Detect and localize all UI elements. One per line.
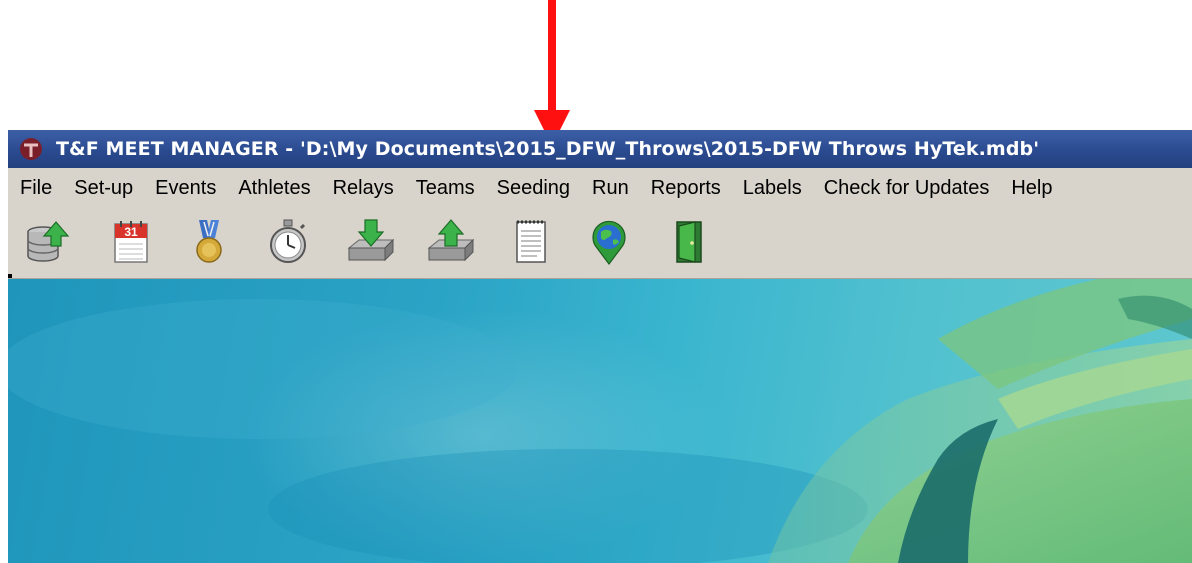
menu-help[interactable]: Help (1000, 177, 1063, 200)
menu-check-for-updates[interactable]: Check for Updates (813, 177, 1001, 200)
export-tray-icon (427, 219, 475, 262)
menu-athletes[interactable]: Athletes (227, 177, 321, 200)
title-bar[interactable]: T&F MEET MANAGER - 'D:\My Documents\2015… (8, 130, 1192, 168)
menu-teams[interactable]: Teams (405, 177, 486, 200)
splash-background (8, 279, 1192, 563)
import-button[interactable] (346, 217, 396, 267)
calendar-icon: 31 (114, 221, 148, 263)
menu-events[interactable]: Events (144, 177, 227, 200)
database-upload-icon (27, 221, 70, 262)
events-medal-button[interactable] (184, 217, 234, 267)
calendar-button[interactable]: 31 (106, 217, 156, 267)
reports-notepad-button[interactable] (506, 217, 556, 267)
exit-door-button[interactable] (664, 217, 714, 267)
svg-text:31: 31 (124, 225, 138, 239)
medal-icon (196, 220, 222, 263)
annotation-arrow (534, 0, 570, 146)
corner-marker (8, 274, 12, 278)
stopwatch-icon (270, 219, 306, 263)
menu-relays[interactable]: Relays (322, 177, 405, 200)
menu-bar: File Set-up Events Athletes Relays Teams… (8, 168, 1192, 208)
app-window: T&F MEET MANAGER - 'D:\My Documents\2015… (8, 130, 1192, 563)
toolbar: 31 (8, 208, 1192, 279)
splash-artwork (8, 279, 1192, 563)
database-button[interactable] (22, 217, 72, 267)
menu-run[interactable]: Run (581, 177, 640, 200)
globe-icon (592, 220, 626, 265)
window-title: T&F MEET MANAGER - 'D:\My Documents\2015… (56, 138, 1040, 160)
export-button[interactable] (426, 217, 476, 267)
import-tray-icon (347, 219, 395, 262)
menu-seeding[interactable]: Seeding (486, 177, 581, 200)
notepad-icon (516, 220, 546, 263)
run-stopwatch-button[interactable] (263, 217, 313, 267)
web-globe-button[interactable] (584, 217, 634, 267)
menu-file[interactable]: File (8, 177, 63, 200)
exit-door-icon (676, 221, 702, 263)
menu-setup[interactable]: Set-up (63, 177, 144, 200)
menu-reports[interactable]: Reports (640, 177, 732, 200)
menu-labels[interactable]: Labels (732, 177, 813, 200)
app-logo-icon (20, 138, 42, 160)
